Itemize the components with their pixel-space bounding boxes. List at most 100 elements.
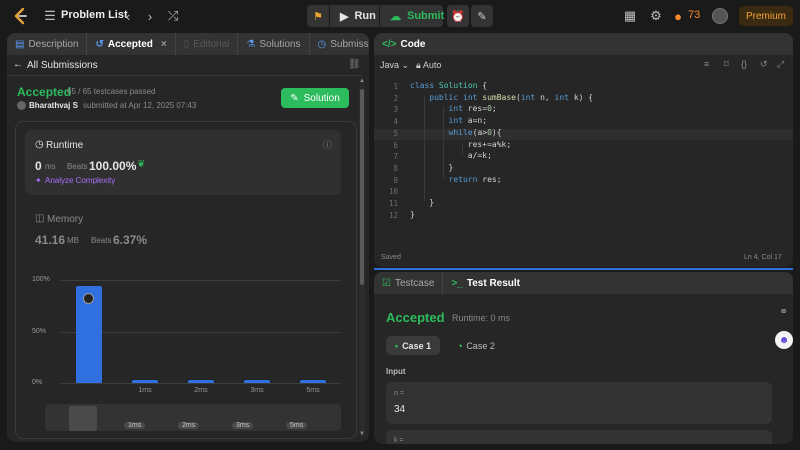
chart-x-tick: 2ms — [194, 387, 208, 394]
terminal-icon: >_ — [451, 277, 463, 289]
fullscreen-icon[interactable]: ⤢ — [777, 59, 784, 70]
chart-x-tick: 5ms — [306, 387, 320, 394]
scroll-up-icon[interactable]: ▲ — [359, 78, 365, 84]
code-line[interactable]: public int sumBase(int n, int k) { — [410, 93, 593, 102]
line-number: 7 — [393, 152, 398, 162]
code-line[interactable]: } — [410, 198, 434, 207]
top-bar: ☰ Problem List ‹ › ⤮ ⚑ ▶ Run ☁ Submit ⏰ … — [0, 0, 800, 32]
indent-guide — [462, 142, 463, 155]
chart-y-tick: 100% — [32, 276, 50, 283]
run-label: Run — [354, 10, 376, 22]
code-line[interactable]: int res=0; — [410, 104, 497, 113]
chart-bar[interactable] — [132, 379, 158, 383]
chart-bar[interactable] — [188, 379, 214, 383]
result-status: Accepted — [386, 310, 445, 325]
chart-x-tick: 1ms — [138, 387, 152, 394]
timer-icon[interactable]: ⏰ — [447, 5, 469, 27]
leetcode-logo-icon[interactable] — [12, 7, 30, 25]
minimap-label: 3ms — [232, 422, 254, 429]
case-1-pass-dot: • — [394, 340, 399, 351]
minimap-label: 2ms — [178, 422, 200, 429]
problem-list-icon[interactable]: ☰ — [40, 6, 60, 26]
submission-panel: ▤ Description ↺ Accepted × ▯ Editorial ⚗… — [7, 33, 369, 442]
input-n-box[interactable]: n = 34 — [386, 382, 772, 424]
case-2-button[interactable]: • Case 2 — [450, 336, 504, 355]
play-icon: ▶ — [340, 10, 349, 23]
input-k-label: k = — [394, 437, 404, 444]
assistant-bot-icon[interactable]: ☻ — [775, 331, 793, 349]
line-number: 9 — [393, 175, 398, 185]
minimap-label: 1ms — [124, 422, 146, 429]
indent-guide — [443, 107, 444, 178]
result-tabbar: ☑ Testcase >_ Test Result — [374, 272, 793, 294]
submit-label: Submit — [407, 10, 445, 22]
result-runtime: Runtime: 0 ms — [452, 313, 511, 323]
streak-count[interactable]: 73 — [688, 9, 700, 21]
line-number: 11 — [388, 199, 398, 208]
lock-icon: 🔒︎ — [416, 60, 421, 70]
minimap-selection[interactable] — [69, 406, 97, 431]
code-brackets-icon: </> — [382, 38, 397, 50]
debug-icon[interactable]: ⚑ — [307, 5, 329, 27]
shuffle-icon[interactable]: ⤮ — [163, 6, 183, 26]
language-selector[interactable]: Java ⌄ — [380, 60, 409, 71]
line-number: 6 — [393, 140, 398, 150]
settings-gear-icon[interactable]: ⚙ — [646, 6, 666, 26]
layout-icon[interactable]: ▦ — [620, 6, 640, 26]
code-line[interactable]: } — [410, 163, 454, 172]
code-line[interactable]: res+=a%k; — [410, 140, 511, 149]
chart-bar[interactable] — [244, 379, 270, 383]
auto-toggle[interactable]: 🔒︎ Auto — [416, 60, 441, 71]
code-line[interactable]: } — [410, 210, 415, 219]
chevron-down-icon: ⌄ — [401, 60, 410, 70]
run-button[interactable]: ▶ Run — [330, 5, 379, 27]
indent-guide — [424, 95, 425, 201]
chart-gridline — [61, 280, 341, 281]
input-k-box[interactable]: k = — [386, 430, 772, 444]
cursor-position: Ln 4, Col 17 — [744, 254, 782, 261]
streak-fire-icon[interactable]: ● — [672, 6, 684, 26]
scroll-down-icon[interactable]: ▼ — [359, 431, 365, 437]
tab-testcase[interactable]: ☑ Testcase — [374, 272, 444, 294]
code-line[interactable]: int a=n; — [410, 116, 488, 125]
code-line[interactable]: class Solution { — [410, 81, 487, 90]
test-result-panel: ☑ Testcase >_ Test Result Accepted Runti… — [374, 272, 793, 444]
chart-y-tick: 50% — [32, 327, 47, 335]
checkbox-icon: ☑ — [382, 277, 391, 289]
submit-button[interactable]: ☁ Submit — [380, 5, 445, 27]
prev-problem-icon[interactable]: ‹ — [118, 6, 138, 26]
chart-bar[interactable] — [300, 379, 326, 383]
code-line[interactable]: a/=k; — [410, 151, 492, 160]
save-status: Saved — [381, 254, 401, 261]
panel-resize-handle[interactable] — [374, 268, 793, 270]
chart-gridline — [61, 383, 341, 384]
tab-code[interactable]: </> Code — [374, 33, 433, 55]
share-icon[interactable]: ⚭ — [779, 305, 788, 318]
bookmark-icon[interactable]: ⌑ — [724, 59, 729, 70]
input-label: Input — [386, 367, 406, 376]
format-icon[interactable]: ≡ — [704, 59, 709, 69]
chart-y-tick: 0% — [32, 379, 43, 386]
input-n-value: 34 — [394, 404, 406, 415]
tab-test-result[interactable]: >_ Test Result — [443, 272, 528, 294]
chart-gridline — [61, 331, 341, 333]
distribution-chart: 100% 50% 0% 1ms 2ms 3ms 5ms — [7, 33, 369, 442]
avatar[interactable] — [712, 8, 728, 24]
minimap-label: 5ms — [286, 422, 308, 429]
input-n-label: n = — [394, 390, 404, 397]
line-number: 4 — [393, 117, 398, 127]
notes-icon[interactable]: ✎ — [471, 5, 493, 27]
reset-icon[interactable]: ↺ — [760, 59, 768, 70]
scrollbar-thumb[interactable] — [360, 89, 364, 285]
code-tabbar: </> Code — [374, 33, 793, 55]
braces-icon[interactable]: {} — [741, 59, 747, 69]
premium-button[interactable]: Premium — [739, 6, 793, 26]
line-number: 8 — [393, 163, 398, 173]
case-1-button[interactable]: • Case 1 — [386, 336, 440, 355]
chart-x-tick: 3ms — [250, 387, 264, 394]
line-number: 3 — [393, 105, 398, 115]
line-number: 5 — [393, 128, 398, 138]
next-problem-icon[interactable]: › — [140, 6, 160, 26]
case-2-pass-dot: • — [459, 340, 463, 351]
cloud-upload-icon: ☁ — [390, 10, 401, 23]
